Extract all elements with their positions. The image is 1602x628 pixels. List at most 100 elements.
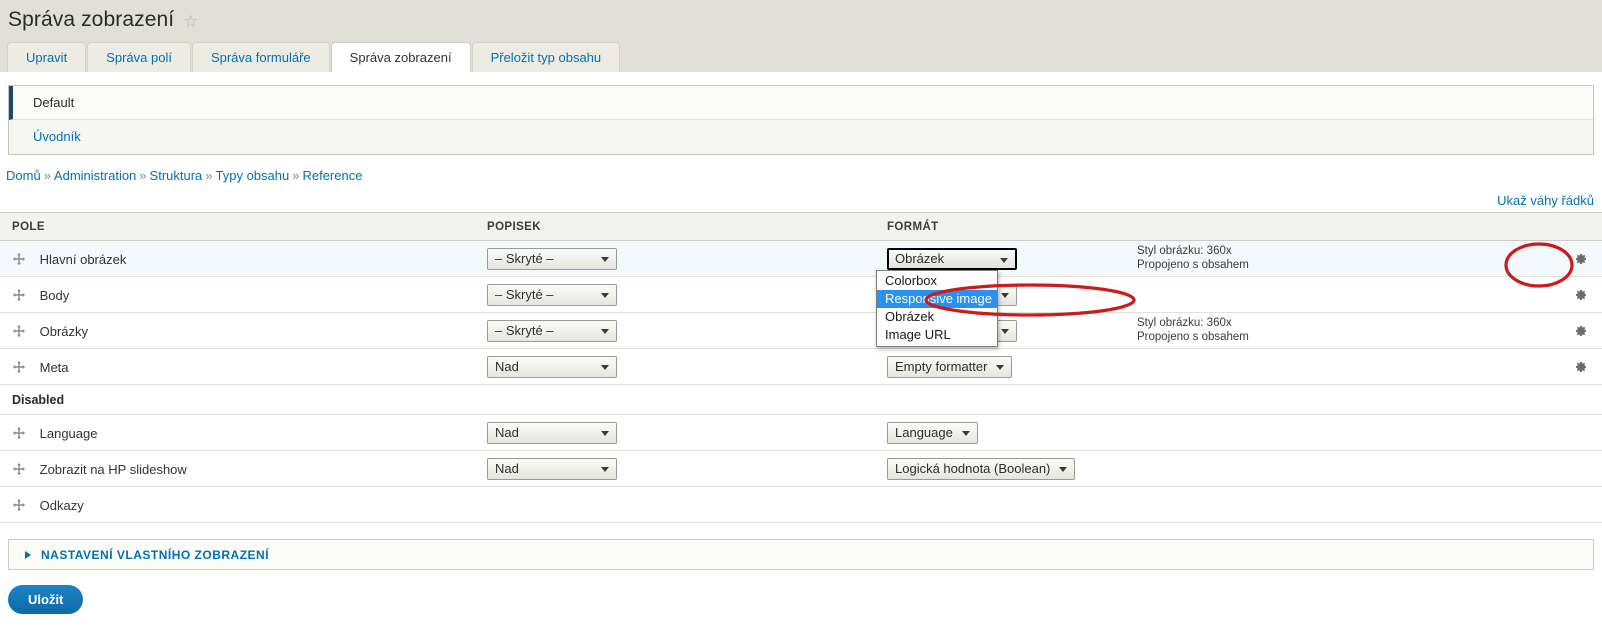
row-format-cell: Logická hodnota (Boolean) xyxy=(875,450,1125,487)
label-select-value: – Skryté – xyxy=(495,286,554,302)
gear-icon[interactable] xyxy=(1572,287,1588,303)
field-display-table: POLE POPISEK FORMÁT Hlavní obrázek – Skr… xyxy=(0,212,1602,523)
label-select-hlavni-obrazek[interactable]: – Skryté – xyxy=(487,247,617,270)
row-operations-cell xyxy=(1545,348,1602,385)
tab-prelozit-typ-obsahu[interactable]: Přeložit typ obsahu xyxy=(471,42,621,72)
chevron-down-icon xyxy=(996,364,1005,370)
table-region-row-disabled: Disabled xyxy=(0,384,1602,415)
row-field-label: Language xyxy=(39,426,98,441)
drag-handle-icon[interactable] xyxy=(12,289,26,303)
tab-sprava-zobrazeni[interactable]: Správa zobrazení xyxy=(330,42,471,72)
row-field-cell: Odkazy xyxy=(0,486,475,523)
format-select-language[interactable]: Language xyxy=(887,421,978,444)
tab-upravit[interactable]: Upravit xyxy=(7,42,87,72)
summary-line-2: Propojeno s obsahem xyxy=(1137,258,1249,271)
region-empty-cell xyxy=(1125,384,1545,415)
breadcrumb-separator: » xyxy=(139,168,147,183)
drag-handle-icon[interactable] xyxy=(12,361,26,375)
save-button[interactable]: Uložit xyxy=(8,585,84,614)
label-select-obrazky[interactable]: – Skryté – xyxy=(487,319,617,342)
chevron-down-icon xyxy=(1000,257,1008,263)
tab-sprava-formulare[interactable]: Správa formuláře xyxy=(191,42,330,72)
dropdown-option-responsive-image[interactable]: Responsive image xyxy=(877,290,997,308)
breadcrumb-item-domu[interactable]: Domů xyxy=(6,168,41,183)
row-field-label: Hlavní obrázek xyxy=(39,252,127,267)
dropdown-option-colorbox[interactable]: Colorbox xyxy=(877,272,997,290)
row-field-label: Meta xyxy=(39,360,69,375)
gear-icon[interactable] xyxy=(1572,251,1588,267)
table-row[interactable]: Meta Nad Empty formatter xyxy=(0,348,1602,385)
summary-line-1: Styl obrázku: 360x xyxy=(1137,317,1232,329)
star-outline-icon[interactable]: ☆ xyxy=(183,13,198,30)
row-format-cell: Language xyxy=(875,414,1125,451)
breadcrumb-separator: » xyxy=(43,168,51,183)
chevron-down-icon xyxy=(601,364,609,370)
summary-line-2: Propojeno s obsahem xyxy=(1137,330,1249,343)
table-row[interactable]: Zobrazit na HP slideshow Nad Logická hod… xyxy=(0,450,1602,487)
custom-display-settings-legend: Nastavení vlastního zobrazení xyxy=(41,547,270,562)
table-head: POLE POPISEK FORMÁT xyxy=(0,212,1602,241)
display-management-page: Správa zobrazení ☆ Upravit Správa polí S… xyxy=(0,0,1602,628)
dropdown-option-image-url[interactable]: Image URL xyxy=(877,326,997,344)
breadcrumb-item-struktura[interactable]: Struktura xyxy=(150,168,203,183)
row-summary: Styl obrázku: 360x Propojeno s obsahem xyxy=(1137,245,1545,272)
chevron-down-icon xyxy=(601,430,609,436)
row-summary-cell: Styl obrázku: 360x Propojeno s obsahem xyxy=(1125,312,1545,349)
row-label-cell: Nad xyxy=(475,450,875,487)
row-operations-cell xyxy=(1545,312,1602,349)
format-dropdown-list[interactable]: Colorbox Responsive image Obrázek Image … xyxy=(876,270,998,347)
format-select-hp-slideshow[interactable]: Logická hodnota (Boolean) xyxy=(887,457,1076,480)
row-summary-cell xyxy=(1125,450,1545,487)
show-row-weights-link[interactable]: Ukaž váhy řádků xyxy=(1497,193,1594,208)
label-select-body[interactable]: – Skryté – xyxy=(487,283,617,306)
table-row[interactable]: Language Nad Language xyxy=(0,414,1602,451)
custom-display-settings-fieldset[interactable]: Nastavení vlastního zobrazení xyxy=(8,539,1594,570)
row-operations-cell xyxy=(1545,276,1602,313)
chevron-down-icon xyxy=(601,292,609,298)
drag-handle-icon[interactable] xyxy=(12,463,26,477)
breadcrumb: Domů» Administration» Struktura» Typy obsah… xyxy=(6,168,1602,183)
table-row[interactable]: Obrázky – Skryté – Styl obrázku: 360x Pr… xyxy=(0,312,1602,349)
format-select-meta[interactable]: Empty formatter xyxy=(887,355,1013,378)
view-mode-uvodnik[interactable]: Úvodník xyxy=(9,120,1593,154)
row-summary-cell: Styl obrázku: 360x Propojeno s obsahem xyxy=(1125,240,1545,277)
view-mode-default[interactable]: Default xyxy=(9,86,1593,120)
breadcrumb-separator: » xyxy=(205,168,213,183)
row-label-cell: Nad xyxy=(475,348,875,385)
drag-handle-icon[interactable] xyxy=(12,253,26,267)
column-header-popisek: POPISEK xyxy=(475,212,875,241)
row-label-cell: – Skryté – xyxy=(475,240,875,277)
column-header-summary xyxy=(1125,212,1545,241)
row-field-label: Zobrazit na HP slideshow xyxy=(39,462,187,477)
table-body: Hlavní obrázek – Skryté – Obrázek Styl o… xyxy=(0,240,1602,523)
row-summary-cell xyxy=(1125,348,1545,385)
format-select-value: Language xyxy=(895,424,953,440)
breadcrumb-item-reference[interactable]: Reference xyxy=(302,168,362,183)
table-row[interactable]: Hlavní obrázek – Skryté – Obrázek Styl o… xyxy=(0,240,1602,277)
row-field-cell: Language xyxy=(0,414,475,451)
dropdown-option-obrazek[interactable]: Obrázek xyxy=(877,308,997,326)
tab-sprava-poli[interactable]: Správa polí xyxy=(87,42,191,72)
row-label-cell: – Skryté – xyxy=(475,276,875,313)
gear-icon[interactable] xyxy=(1572,359,1588,375)
format-select-value: Logická hodnota (Boolean) xyxy=(895,460,1051,476)
gear-icon[interactable] xyxy=(1572,323,1588,339)
format-select-hlavni-obrazek[interactable]: Obrázek xyxy=(887,247,1017,270)
table-row[interactable]: Odkazy xyxy=(0,486,1602,523)
row-field-cell: Hlavní obrázek xyxy=(0,240,475,277)
format-select-value: Obrázek xyxy=(895,250,945,266)
drag-handle-icon[interactable] xyxy=(12,499,26,513)
column-header-operations xyxy=(1545,212,1602,241)
breadcrumb-item-typy-obsahu[interactable]: Typy obsahu xyxy=(216,168,290,183)
label-select-language[interactable]: Nad xyxy=(487,421,617,444)
breadcrumb-item-administration[interactable]: Administration xyxy=(54,168,136,183)
row-format-cell xyxy=(875,486,1125,523)
drag-handle-icon[interactable] xyxy=(12,325,26,339)
row-field-cell: Obrázky xyxy=(0,312,475,349)
row-operations-cell xyxy=(1545,414,1602,451)
label-select-hp-slideshow[interactable]: Nad xyxy=(487,457,617,480)
table-row[interactable]: Body – Skryté – xyxy=(0,276,1602,313)
row-summary: Styl obrázku: 360x Propojeno s obsahem xyxy=(1137,317,1545,344)
label-select-meta[interactable]: Nad xyxy=(487,355,617,378)
drag-handle-icon[interactable] xyxy=(12,427,26,441)
